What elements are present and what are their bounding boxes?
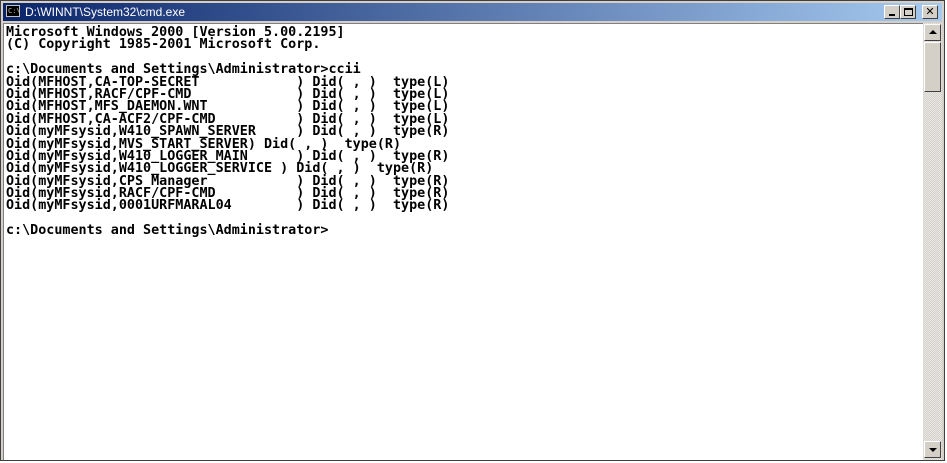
cmd-icon[interactable]: C:\ <box>6 5 21 17</box>
cmd-window: C:\ D:\WINNT\System32\cmd.exe ✕ Microsof… <box>0 0 945 461</box>
console-line: Oid(myMFsysid,0001URFMARAL04 ) Did( , ) … <box>6 198 450 214</box>
window-title: D:\WINNT\System32\cmd.exe <box>25 5 186 19</box>
vertical-scrollbar[interactable] <box>923 23 942 460</box>
scroll-up-arrow-icon <box>929 30 937 34</box>
scroll-thumb[interactable] <box>924 42 941 92</box>
minimize-icon <box>889 14 895 16</box>
minimize-button[interactable] <box>884 5 900 19</box>
close-icon: ✕ <box>925 5 935 18</box>
scroll-up-button[interactable] <box>924 24 941 41</box>
maximize-button[interactable] <box>900 5 916 19</box>
console-text: Microsoft Windows 2000 [Version 5.00.219… <box>4 24 923 238</box>
close-button[interactable]: ✕ <box>922 5 938 19</box>
scroll-down-button[interactable] <box>924 441 941 458</box>
console-line: (C) Copyright 1985-2001 Microsoft Corp. <box>6 37 321 53</box>
console-output[interactable]: Microsoft Windows 2000 [Version 5.00.219… <box>3 23 923 460</box>
maximize-icon <box>904 8 913 16</box>
title-bar[interactable]: C:\ D:\WINNT\System32\cmd.exe ✕ <box>3 3 942 21</box>
scroll-down-arrow-icon <box>929 448 937 452</box>
console-line: c:\Documents and Settings\Administrator> <box>6 223 329 239</box>
